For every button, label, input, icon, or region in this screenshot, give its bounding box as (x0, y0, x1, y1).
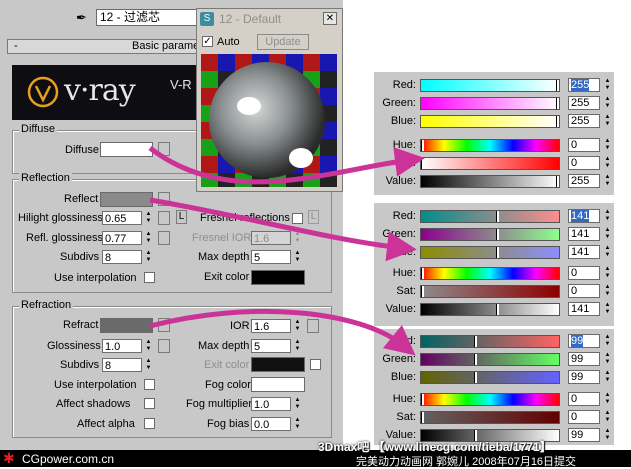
watermark-site: CGpower.com.cn (22, 452, 115, 466)
cgpower-star-icon: ✱ (3, 450, 15, 466)
annotation-arrows (148, 146, 425, 356)
watermark-forum: 3Dmax吧 【www.linecg.com/tieba/1771】 (318, 440, 552, 454)
